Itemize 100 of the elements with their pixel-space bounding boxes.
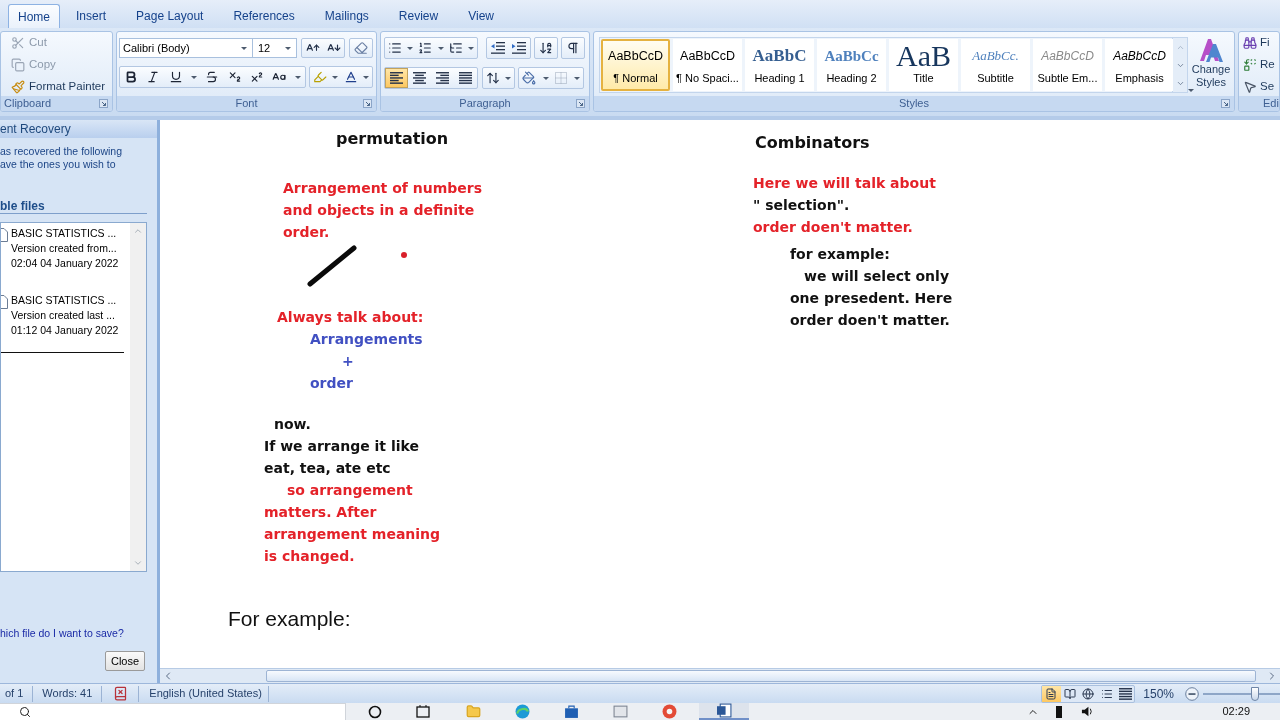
caret-icon[interactable] <box>241 46 247 50</box>
align-center-icon[interactable] <box>413 72 426 84</box>
caret-icon[interactable] <box>505 76 512 80</box>
style-tile[interactable]: AaBbCc Heading 2 <box>817 39 886 91</box>
speaker-icon[interactable] <box>1081 705 1094 718</box>
ribbon-tab[interactable]: Mailings <box>310 4 383 28</box>
style-tile[interactable]: AaBbCcD Subtle Em... <box>1033 39 1102 91</box>
clock-time: 02:29 <box>1222 705 1250 718</box>
help-link[interactable]: hich file do I want to save? <box>0 626 124 640</box>
ribbon-tab[interactable]: View <box>454 4 508 28</box>
eraser-icon[interactable] <box>354 41 368 55</box>
file-name[interactable]: BASIC STATISTICS ... <box>11 293 117 308</box>
taskbar-search-field[interactable] <box>0 703 346 720</box>
decrease-indent-icon[interactable] <box>490 42 505 54</box>
zoom-out-icon[interactable] <box>1185 686 1199 701</box>
pane-title: ent Recovery <box>0 121 71 138</box>
file-time: 02:04 04 January 2022 <box>11 256 119 271</box>
bar-icon[interactable] <box>1055 704 1063 719</box>
bullet-list-icon[interactable] <box>387 41 402 55</box>
subscript-icon[interactable] <box>227 70 242 84</box>
document-app-icon[interactable] <box>716 703 732 718</box>
caret-icon[interactable] <box>363 75 370 79</box>
scrollbar-thumb[interactable] <box>266 670 1256 682</box>
ribbon-tab[interactable]: Home <box>8 4 60 28</box>
paint-bucket-icon[interactable] <box>522 71 537 85</box>
style-tile[interactable]: AaBbCc. Subtitle <box>961 39 1030 91</box>
underline-icon[interactable] <box>168 70 183 84</box>
page-count[interactable]: of 1 <box>0 685 24 702</box>
align-left-icon[interactable] <box>390 72 403 84</box>
active-taskbar-button[interactable] <box>699 703 749 720</box>
language-status[interactable]: English (United States) <box>149 685 262 702</box>
heading-text: permutation <box>336 128 449 150</box>
font-name-field[interactable]: Calibri (Body) <box>119 38 253 58</box>
round-app-icon[interactable] <box>662 704 677 719</box>
caret-icon[interactable] <box>191 75 198 79</box>
ribbon-tab[interactable]: Review <box>384 4 453 28</box>
align-left-button[interactable] <box>385 68 408 88</box>
caret-icon[interactable] <box>468 46 475 50</box>
ribbon-tab[interactable]: Insert <box>62 4 121 28</box>
ink-stroke <box>307 245 357 287</box>
shopping-bag-icon[interactable] <box>564 704 579 719</box>
caret-icon[interactable] <box>294 75 301 79</box>
launcher-icon[interactable] <box>363 99 372 108</box>
paragraph-text: Arrangement of numbers and objects in a definite order. <box>283 179 483 242</box>
launcher-icon[interactable] <box>576 99 585 108</box>
numbered-list-icon[interactable] <box>418 41 433 55</box>
replace-button[interactable]: Re <box>1243 54 1275 76</box>
bold-icon[interactable] <box>124 70 139 84</box>
ribbon-tab[interactable]: Page Layout <box>122 4 218 28</box>
zoom-slider[interactable] <box>1203 686 1280 701</box>
ribbon-tab[interactable]: References <box>219 4 309 28</box>
strikethrough-icon[interactable] <box>205 70 220 84</box>
round-app-icon[interactable] <box>515 704 530 719</box>
style-tile[interactable]: AaBbCcD Emphasis <box>1105 39 1174 91</box>
caret-icon[interactable] <box>542 76 549 80</box>
sort-icon[interactable] <box>539 41 553 55</box>
binoculars-icon[interactable] <box>1243 36 1257 50</box>
paragraph-text: now. If we arrange it like eat, tea, ate etc <box>264 415 419 478</box>
multilevel-list-icon[interactable] <box>448 41 463 55</box>
open-book-icon[interactable] <box>1063 687 1076 700</box>
superscript-icon[interactable] <box>250 70 265 84</box>
spelling-book-icon[interactable] <box>113 686 129 701</box>
font-size-field[interactable]: 12 <box>253 38 297 58</box>
increase-indent-icon[interactable] <box>512 42 527 54</box>
caret-icon[interactable] <box>285 46 291 50</box>
caret-icon[interactable] <box>573 76 580 80</box>
style-tile[interactable]: AaB Title <box>889 39 958 91</box>
word-count[interactable]: Words: 41 <box>42 685 93 702</box>
caret-icon[interactable] <box>1188 89 1194 92</box>
style-tile[interactable]: AaBbCcD ¶ No Spaci... <box>673 39 742 91</box>
paragraph-text: so arrangement matters. After arrangement meaning is changed. <box>264 481 441 566</box>
slider-thumb[interactable] <box>1251 686 1260 701</box>
caret-icon[interactable] <box>437 46 444 50</box>
find-button[interactable]: Fi <box>1243 32 1270 54</box>
format-painter-button[interactable]: Format Painter <box>11 76 106 98</box>
close-button[interactable]: Close <box>105 651 145 671</box>
caret-icon[interactable] <box>332 75 339 79</box>
italic-icon[interactable] <box>146 70 161 84</box>
caret-icon[interactable] <box>407 46 413 50</box>
styles-letters-icon <box>1198 37 1224 63</box>
replace-icon[interactable] <box>1243 58 1257 72</box>
launcher-icon[interactable] <box>99 99 108 108</box>
circle-icon[interactable] <box>368 704 382 719</box>
style-tile[interactable]: AaBbCcD ¶ Normal <box>601 39 670 91</box>
paragraph-text: Always talk about: <box>277 308 424 327</box>
text-color-icon[interactable] <box>343 70 358 84</box>
align-right-icon[interactable] <box>436 72 449 84</box>
align-justify-icon[interactable] <box>459 72 472 84</box>
zoom-level[interactable]: 150% <box>1143 684 1174 703</box>
group-label: Font <box>235 97 258 110</box>
line-spacing-icon[interactable] <box>485 71 500 85</box>
style-tile[interactable]: AaBbC Heading 1 <box>745 39 814 91</box>
select-button[interactable]: Se <box>1243 76 1275 98</box>
pointer-icon[interactable] <box>1243 80 1257 94</box>
calendar-icon[interactable] <box>416 704 430 719</box>
pilcrow-icon[interactable] <box>566 41 580 55</box>
group-label: Styles <box>899 97 929 110</box>
section-title: ble files <box>0 199 45 213</box>
file-name[interactable]: BASIC STATISTICS ... <box>11 226 117 241</box>
launcher-icon[interactable] <box>1221 99 1230 108</box>
